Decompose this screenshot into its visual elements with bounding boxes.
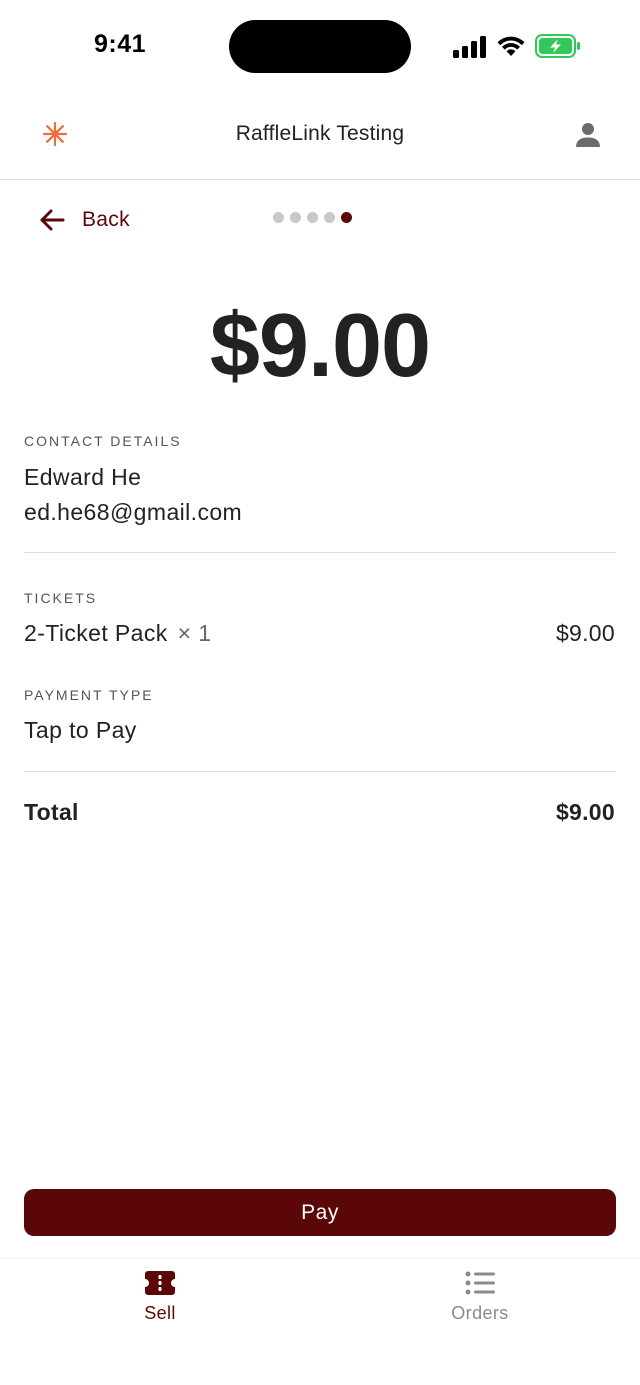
cellular-signal-icon bbox=[453, 36, 486, 58]
ticket-price: $9.00 bbox=[555, 620, 615, 646]
contact-name: Edward He bbox=[24, 464, 142, 490]
tab-sell[interactable]: Sell bbox=[80, 1271, 240, 1324]
back-button[interactable]: Back bbox=[38, 204, 130, 236]
tab-orders-label: Orders bbox=[451, 1303, 509, 1323]
payment-type-label: PAYMENT TYPE bbox=[24, 687, 154, 703]
tab-orders[interactable]: Orders bbox=[400, 1271, 560, 1324]
total-label: Total bbox=[24, 799, 79, 825]
total-value: $9.00 bbox=[555, 799, 615, 825]
bottom-nav: Sell Orders bbox=[0, 1258, 640, 1385]
contact-email: ed.he68@gmail.com bbox=[24, 499, 243, 525]
ticket-line-item: 2-Ticket Pack × 1 bbox=[24, 620, 212, 647]
wifi-icon bbox=[497, 36, 525, 56]
divider bbox=[24, 771, 616, 772]
step-indicator bbox=[273, 212, 352, 223]
tab-sell-label: Sell bbox=[144, 1303, 176, 1323]
step-dot-active bbox=[341, 212, 352, 223]
back-label: Back bbox=[82, 208, 130, 231]
status-time: 9:41 bbox=[94, 30, 147, 58]
step-dot bbox=[307, 212, 318, 223]
pay-button[interactable]: Pay bbox=[24, 1189, 616, 1236]
battery-charging-icon bbox=[535, 34, 580, 58]
step-dot bbox=[290, 212, 301, 223]
payment-type-value: Tap to Pay bbox=[24, 717, 137, 743]
app-header: RaffleLink Testing bbox=[0, 96, 640, 180]
ticket-icon bbox=[145, 1271, 175, 1295]
tickets-label: TICKETS bbox=[24, 590, 98, 606]
step-dot bbox=[324, 212, 335, 223]
amount-due: $9.00 bbox=[209, 296, 431, 396]
status-bar: 9:41 bbox=[0, 0, 640, 96]
step-dot bbox=[273, 212, 284, 223]
dynamic-island bbox=[229, 20, 411, 73]
person-icon[interactable] bbox=[573, 120, 603, 150]
list-icon bbox=[465, 1271, 495, 1295]
page-title: RaffleLink Testing bbox=[235, 122, 405, 145]
arrow-left-icon bbox=[40, 209, 65, 231]
divider bbox=[24, 552, 616, 553]
contact-details-label: CONTACT DETAILS bbox=[24, 433, 182, 449]
ticket-quantity: × 1 bbox=[177, 620, 212, 646]
ticket-name: 2-Ticket Pack bbox=[24, 620, 168, 646]
